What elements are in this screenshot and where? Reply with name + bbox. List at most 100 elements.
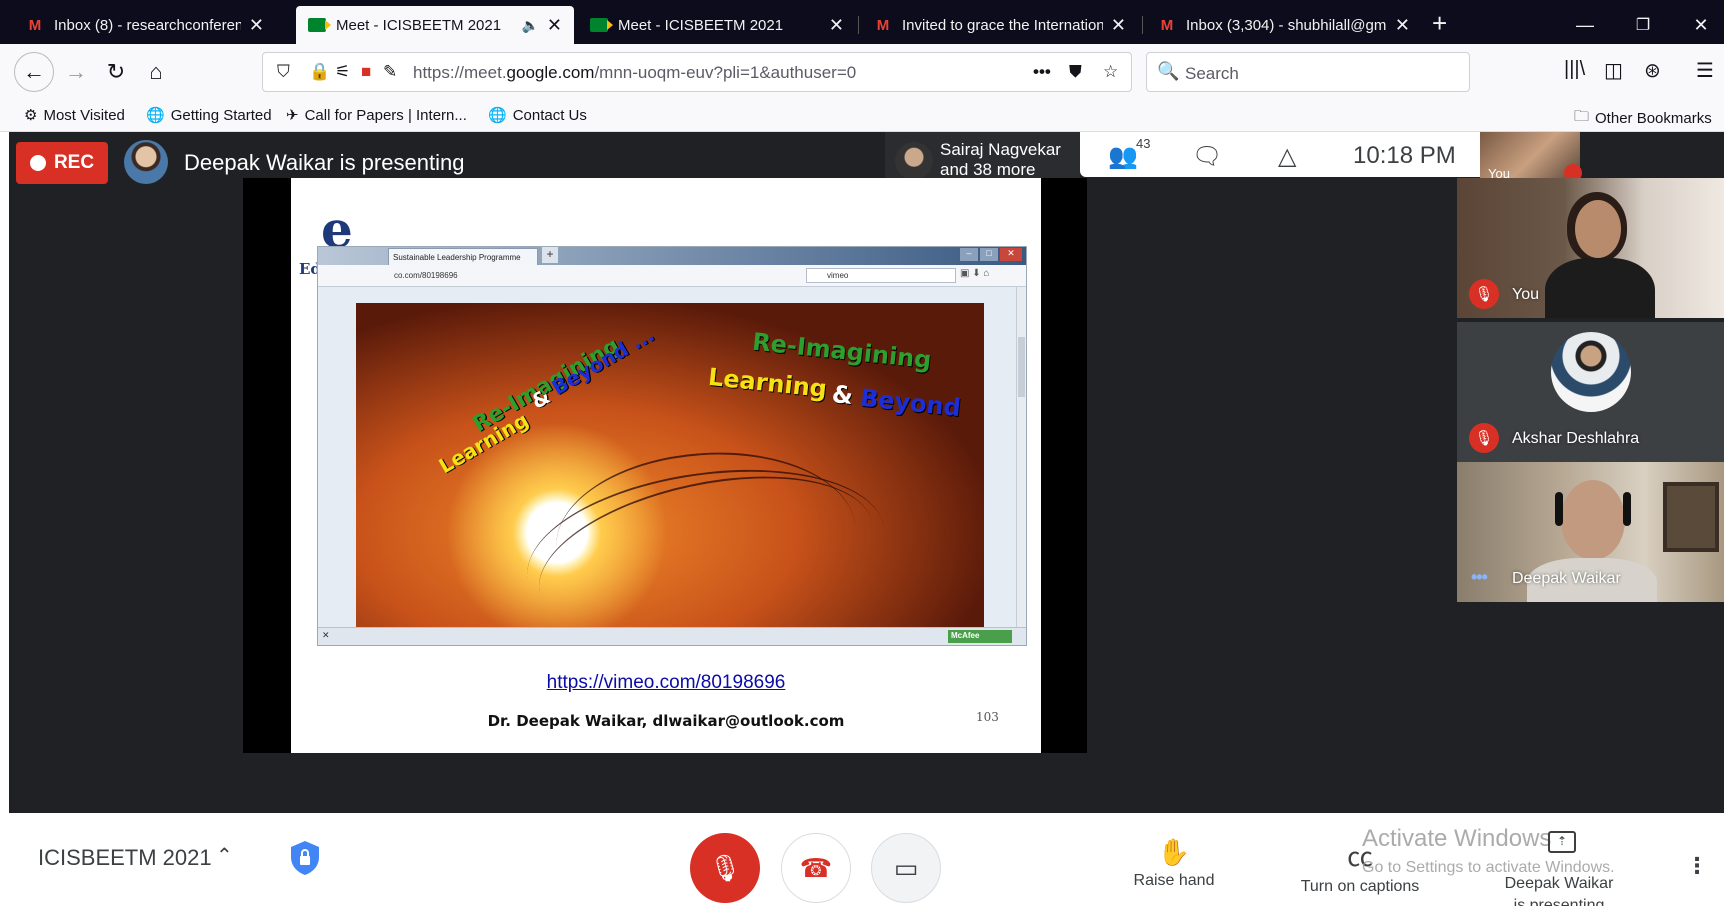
participant-body <box>1545 258 1655 318</box>
mic-off-icon: 🎙 <box>1469 423 1499 453</box>
shield-icon[interactable]: ⛉ <box>277 62 290 82</box>
raise-hand-button[interactable]: ✋ Raise hand <box>1124 837 1224 890</box>
slide-author: Dr. Deepak Waikar, dlwaikar@outlook.com <box>487 712 845 730</box>
microphone-icon[interactable]: ✎ <box>383 62 397 82</box>
wall-photo-frame <box>1663 482 1719 552</box>
chevron-up-icon[interactable]: ⌃ <box>216 843 233 868</box>
url-bar[interactable]: ⛉ 🔒 ⚟ ■ ✎ https://meet.google.com/mnn-uo… <box>262 52 1132 92</box>
inner-scrollbar <box>1016 287 1026 627</box>
presentation-slide: e EduEnergy Sustainable Leadership Progr… <box>291 178 1041 753</box>
participant-tile-deepak[interactable]: ••• Deepak Waikar <box>1457 462 1724 602</box>
video-text-beyond-right: Beyond <box>858 383 963 423</box>
tab-meet-2[interactable]: Meet - ICISBEETM 2021 ✕ <box>578 6 856 44</box>
camera-icon[interactable]: ■ <box>361 62 371 82</box>
tab-title: Inbox (8) - researchconference <box>54 16 241 34</box>
tab-gmail-inbox[interactable]: M Inbox (8) - researchconference ✕ <box>14 6 276 44</box>
inner-toolbar-icons: ▣ ⬇ ⌂ <box>960 268 990 279</box>
inner-address-bar: co.com/80198696 vimeo ▣ ⬇ ⌂ <box>318 265 1026 287</box>
search-bar[interactable]: 🔍 Search <box>1146 52 1470 92</box>
phone-hangup-icon: ☎ <box>799 852 833 883</box>
paper-plane-icon: ✈ <box>286 107 299 124</box>
new-tab-button[interactable]: + <box>1432 8 1447 39</box>
avatar <box>124 140 168 184</box>
slide-vimeo-link: https://vimeo.com/80198696 <box>546 672 786 693</box>
bookmark-call-for-papers[interactable]: ✈ Call for Papers | Intern... <box>286 106 467 125</box>
close-icon[interactable]: ✕ <box>1111 15 1126 36</box>
gmail-icon: M <box>28 16 42 34</box>
permissions-icon[interactable]: ⚟ <box>335 62 350 82</box>
mic-off-icon: 🎙 <box>1469 279 1499 309</box>
presenting-banner: Deepak Waikar is presenting <box>184 150 465 175</box>
speaker-more: and 38 more <box>940 160 1036 179</box>
slide-page-number: 103 <box>976 710 999 724</box>
inner-close-icon: ✕ <box>322 630 330 640</box>
search-icon: 🔍 <box>1157 61 1180 81</box>
meeting-title[interactable]: ICISBEETM 2021 <box>38 845 212 871</box>
participant-tile-akshar[interactable]: 🎙 Akshar Deshlahra <box>1457 322 1724 462</box>
folder-icon: 🗀 <box>1574 108 1590 125</box>
restore-button[interactable]: ❐ <box>1620 6 1666 44</box>
gmail-icon: M <box>1160 16 1174 34</box>
back-button[interactable]: ← <box>14 52 54 92</box>
account-icon[interactable]: ⊛ <box>1644 58 1661 83</box>
globe-icon: 🌐 <box>488 107 507 124</box>
minimize-button[interactable]: — <box>1562 6 1608 44</box>
tab-gmail-inbox-2[interactable]: M Inbox (3,304) - shubhilall@gma ✕ <box>1146 6 1422 44</box>
tab-title: Meet - ICISBEETM 2021 <box>618 16 784 34</box>
security-shield-icon[interactable] <box>288 839 322 877</box>
more-options-button[interactable]: ⋮ <box>1686 853 1708 879</box>
speaker-icon[interactable]: 🔈 <box>521 17 538 34</box>
microphone-toggle-button[interactable]: 🎙 <box>690 833 760 903</box>
participant-name: You <box>1512 286 1539 303</box>
activities-icon[interactable]: △ <box>1278 142 1296 171</box>
recording-badge[interactable]: REC <box>16 142 108 184</box>
participant-name: Akshar Deshlahra <box>1512 430 1640 447</box>
menu-icon[interactable]: ☰ <box>1696 58 1714 83</box>
tab-gmail-invited[interactable]: M Invited to grace the Internation ✕ <box>862 6 1138 44</box>
speakers-text: Sairaj Nagvekar and 38 more <box>940 140 1061 180</box>
bookmark-most-visited[interactable]: ⚙ Most Visited <box>24 106 125 125</box>
participant-tile-you[interactable]: 🎙 You <box>1457 178 1724 318</box>
globe-icon: 🌐 <box>146 107 165 124</box>
reload-button[interactable]: ↻ <box>100 56 132 88</box>
inner-tab: Sustainable Leadership Programme <box>388 248 538 265</box>
leave-call-button[interactable]: ☎ <box>781 833 851 903</box>
gear-icon: ⚙ <box>24 107 38 124</box>
video-text-reimagining-right: Re-Imagining <box>751 327 933 375</box>
participant-face <box>1575 200 1621 258</box>
present-screen-icon[interactable]: ⇡ <box>1548 831 1576 853</box>
home-button[interactable]: ⌂ <box>140 56 172 88</box>
sidebar-icon[interactable]: ◫ <box>1604 58 1623 83</box>
library-icon[interactable]: |||\ <box>1564 58 1585 81</box>
meet-icon <box>308 17 331 33</box>
lock-icon[interactable]: 🔒 <box>309 62 330 82</box>
people-icon[interactable]: 👥 <box>1108 142 1138 171</box>
tab-title: Meet - ICISBEETM 2021 <box>336 16 502 34</box>
close-icon[interactable]: ✕ <box>829 15 844 36</box>
close-icon[interactable]: ✕ <box>1395 15 1410 36</box>
tab-separator <box>858 16 859 34</box>
camera-toggle-button[interactable]: ▭ <box>871 833 941 903</box>
video-text-learning-right: Learning <box>706 362 829 404</box>
window-close-button[interactable]: ✕ <box>1678 6 1724 44</box>
close-icon[interactable]: ✕ <box>547 15 562 36</box>
bookmark-getting-started[interactable]: 🌐 Getting Started <box>146 106 272 125</box>
url-text[interactable]: https://meet.google.com/mnn-uoqm-euv?pli… <box>413 63 856 83</box>
meeting-info-panel: 👥 43 🗨 △ 10:18 PM <box>1080 132 1480 177</box>
tab-meet-active[interactable]: Meet - ICISBEETM 2021 🔈 ✕ <box>296 6 574 44</box>
tab-title: Inbox (3,304) - shubhilall@gma <box>1186 16 1387 34</box>
bookmark-star-icon[interactable]: ☆ <box>1103 62 1118 82</box>
chat-icon[interactable]: 🗨 <box>1192 142 1222 171</box>
bookmark-contact-us[interactable]: 🌐 Contact Us <box>488 106 587 125</box>
present-now-button[interactable]: Deepak Waikar is presenting <box>1504 873 1614 906</box>
pocket-icon[interactable]: ⛊ <box>1069 62 1082 82</box>
page-actions-icon[interactable]: ••• <box>1033 62 1051 82</box>
hand-icon: ✋ <box>1157 837 1191 867</box>
activate-windows-watermark: Activate Windows <box>1362 825 1552 852</box>
bookmark-other[interactable]: 🗀 Other Bookmarks <box>1574 106 1712 131</box>
close-icon[interactable]: ✕ <box>249 15 264 36</box>
forward-button[interactable]: → <box>60 56 92 88</box>
search-placeholder: Search <box>1185 64 1239 83</box>
presenting-line2: is presenting <box>1513 897 1605 906</box>
mic-off-icon: 🎙 <box>708 852 742 883</box>
